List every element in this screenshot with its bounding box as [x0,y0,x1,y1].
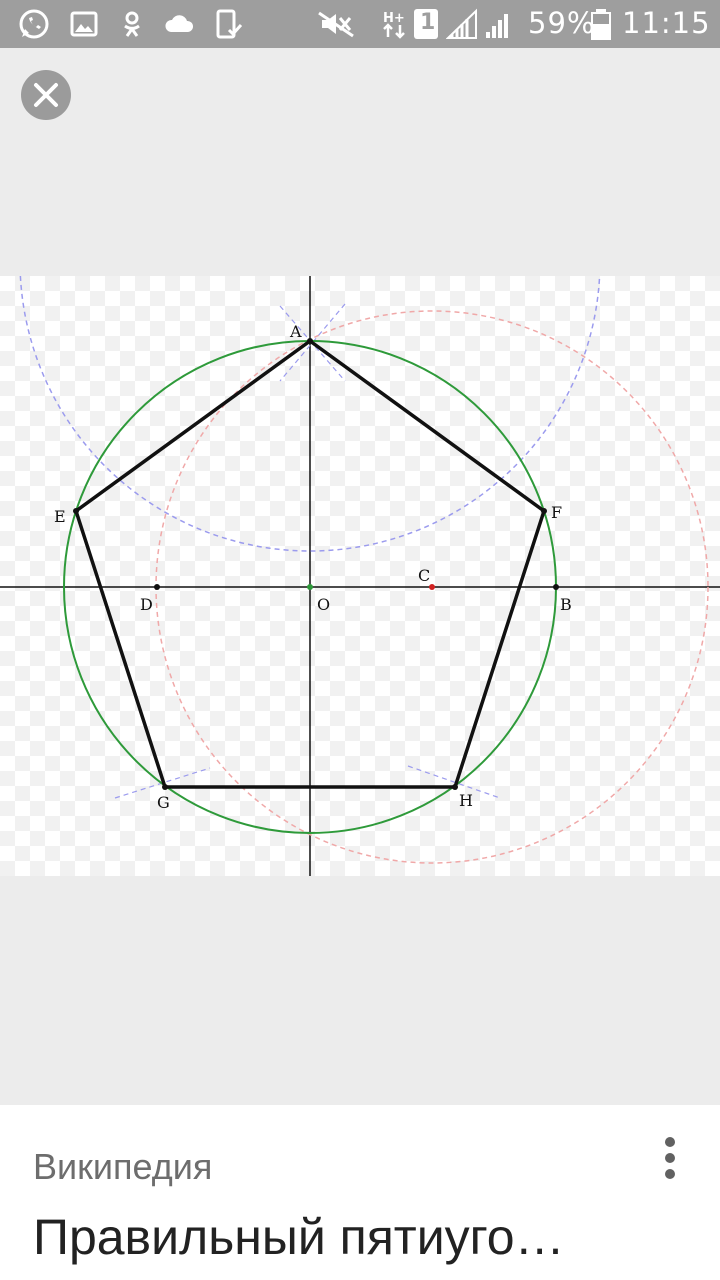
odnoklassniki-icon [124,11,140,37]
point-b [553,584,559,590]
sim-slot-label: 1 [420,10,436,35]
whatsapp-icon [19,9,49,39]
gallery-icon [70,11,98,37]
point-e [73,508,79,514]
signal-icon [446,8,477,39]
label-g: G [157,793,170,812]
label-o: O [317,595,330,614]
point-g [162,784,168,790]
source-site-label[interactable]: Википедия [33,1146,212,1188]
label-d: D [140,595,153,614]
close-icon [34,83,58,107]
point-h [452,784,458,790]
cloud-icon [165,15,194,32]
label-h: H [459,791,473,810]
battery-icon [591,9,611,40]
construction-drawing: A F E D O C B G H [0,276,720,876]
pentagon-construction-image: A F E D O C B G H [0,276,720,876]
point-a [307,338,313,344]
network-type-text: H+ [383,11,405,26]
sim-icon: 1 [414,9,438,39]
signal-icon [486,14,508,38]
point-d [154,584,160,590]
battery-percent: 59% [528,6,596,40]
label-a: A [289,322,302,341]
point-f [541,508,547,514]
close-button[interactable] [21,70,71,120]
screenshot-icon [216,9,243,39]
more-vert-icon [665,1137,675,1147]
more-vert-icon [665,1169,675,1179]
label-e: E [54,507,66,526]
clock: 11:15 [622,6,711,40]
mute-icon [318,11,354,38]
label-c: C [418,566,430,585]
more-options-button[interactable] [650,1132,690,1184]
network-arrows-icon: H+ [383,11,405,39]
point-o [307,584,313,590]
label-b: B [560,595,572,614]
status-bar: H+ 1 59% 11:15 [0,0,720,48]
more-vert-icon [665,1153,675,1163]
label-f: F [551,503,562,522]
arc-ticks-h [407,765,501,799]
page-title[interactable]: Правильный пятиуго… [33,1208,565,1266]
